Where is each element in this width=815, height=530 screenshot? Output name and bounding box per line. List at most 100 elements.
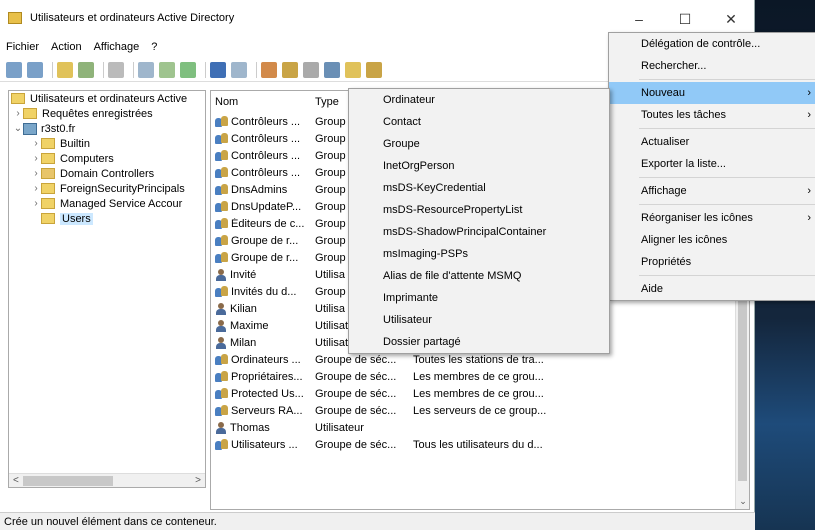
app-folder-icon	[8, 12, 22, 24]
show-tree-icon[interactable]	[78, 61, 94, 78]
refresh-icon[interactable]	[159, 61, 175, 78]
menu-fichier[interactable]: Fichier	[6, 41, 39, 53]
context-menu-item[interactable]: Affichage ›	[609, 180, 815, 202]
cell-type: Groupe de séc...	[315, 387, 397, 400]
new-submenu-item[interactable]: Imprimante	[349, 287, 609, 309]
new-submenu-item[interactable]: msDS-ShadowPrincipalContainer	[349, 221, 609, 243]
context-menu-item[interactable]: Aligner les icônes	[609, 229, 815, 251]
menu-item-label: Exporter la liste...	[641, 158, 726, 170]
new-submenu-item[interactable]: Ordinateur	[349, 89, 609, 111]
menu-item-label: Aide	[641, 283, 664, 295]
menu-item-label: Affichage	[641, 185, 687, 197]
column-header-name[interactable]: Nom	[211, 96, 311, 108]
cell-description: Toutes les stations de tra...	[413, 353, 544, 366]
folder-icon	[41, 213, 55, 224]
chevron-right-icon[interactable]: ›	[31, 153, 41, 164]
chevron-right-icon[interactable]: ›	[31, 198, 41, 209]
properties-icon[interactable]	[138, 61, 154, 78]
new-user-icon[interactable]	[261, 61, 277, 78]
chevron-right-icon[interactable]: ›	[31, 183, 41, 194]
context-menu-item[interactable]: Aide	[609, 278, 815, 300]
context-menu-item[interactable]: Réorganiser les icônes ›	[609, 207, 815, 229]
tree-root[interactable]: Utilisateurs et ordinateurs Active	[9, 91, 205, 106]
tree-horizontal-scrollbar[interactable]: < >	[9, 473, 205, 487]
context-menu-item[interactable]: Actualiser	[609, 131, 815, 153]
menu-action[interactable]: Action	[51, 41, 82, 53]
find-icon[interactable]	[345, 61, 361, 78]
tree-item-computers[interactable]: › Computers	[9, 151, 205, 166]
table-row[interactable]: Utilisateurs ... Groupe de séc... Tous les…	[211, 436, 749, 453]
context-menu-item[interactable]: Délégation de contrôle...	[609, 33, 815, 55]
table-row[interactable]: Protected Us... Groupe de séc... Les membr…	[211, 385, 749, 402]
new-submenu-item[interactable]: Groupe	[349, 133, 609, 155]
cell-name: Éditeurs de c...	[211, 217, 311, 230]
context-menu-item[interactable]: Exporter la liste...	[609, 153, 815, 175]
menu-help[interactable]: ?	[151, 41, 157, 53]
console-icon[interactable]	[231, 61, 247, 78]
back-arrow-icon[interactable]	[6, 61, 22, 78]
table-row[interactable]: Thomas Utilisateur	[211, 419, 749, 436]
group-icon	[215, 387, 229, 400]
tree-item-domain[interactable]: ⌄ r3st0.fr	[9, 121, 205, 136]
new-submenu-item[interactable]: Utilisateur	[349, 309, 609, 331]
group-icon	[215, 217, 229, 230]
scroll-right-icon[interactable]: >	[195, 475, 201, 486]
minimize-button[interactable]: –	[616, 8, 662, 30]
cell-name-text: Serveurs RA...	[231, 404, 303, 417]
scroll-left-icon[interactable]: <	[13, 475, 19, 486]
add-to-group-icon[interactable]	[366, 61, 382, 78]
menu-item-label: Délégation de contrôle...	[641, 38, 761, 50]
tree-item-managed-service[interactable]: › Managed Service Accour	[9, 196, 205, 211]
context-menu-item[interactable]: Toutes les tâches ›	[609, 104, 815, 126]
help-icon[interactable]	[210, 61, 226, 78]
chevron-right-icon[interactable]: ›	[31, 138, 41, 149]
new-submenu-item[interactable]: msImaging-PSPs	[349, 243, 609, 265]
cell-type: Utilisateur	[315, 421, 364, 434]
cell-name: Protected Us...	[211, 387, 311, 400]
menu-affichage[interactable]: Affichage	[94, 41, 140, 53]
menu-separator	[639, 177, 815, 178]
chevron-right-icon[interactable]: ›	[31, 168, 41, 179]
tree-item-users[interactable]: Users	[9, 211, 205, 226]
chevron-down-icon[interactable]: ⌄	[13, 123, 23, 134]
context-menu-item[interactable]: Rechercher...	[609, 55, 815, 77]
cell-name: Milan	[211, 336, 311, 349]
cell-name-text: Thomas	[230, 421, 270, 434]
table-row[interactable]: Serveurs RA... Groupe de séc... Les serveu…	[211, 402, 749, 419]
group-icon	[215, 200, 229, 213]
new-submenu-item[interactable]: InetOrgPerson	[349, 155, 609, 177]
up-folder-icon[interactable]	[57, 61, 73, 78]
chevron-right-icon[interactable]: ›	[13, 108, 23, 119]
new-submenu-item[interactable]: Contact	[349, 111, 609, 133]
scroll-down-icon[interactable]: ⌄	[736, 496, 749, 507]
group-icon	[215, 285, 229, 298]
tree-pane[interactable]: Utilisateurs et ordinateurs Active › Req…	[8, 90, 206, 488]
new-ou-icon[interactable]	[303, 61, 319, 78]
tree-item-saved-queries[interactable]: › Requêtes enregistrées	[9, 106, 205, 121]
maximize-button[interactable]: ☐	[662, 8, 708, 30]
copy-icon[interactable]	[108, 61, 124, 78]
new-submenu-item[interactable]: Dossier partagé	[349, 331, 609, 353]
cell-name: Groupe de r...	[211, 251, 311, 264]
cell-name-text: DnsAdmins	[231, 183, 288, 196]
context-menu-item[interactable]: Nouveau ›	[609, 82, 815, 104]
table-row[interactable]: Propriétaires... Groupe de séc... Les memb…	[211, 368, 749, 385]
tree-item-builtin[interactable]: › Builtin	[9, 136, 205, 151]
cell-name: Contrôleurs ...	[211, 149, 311, 162]
cell-name-text: Invité	[230, 268, 257, 281]
filter-icon[interactable]	[324, 61, 340, 78]
close-button[interactable]: ✕	[708, 8, 754, 30]
status-bar: Crée un nouvel élément dans ce conteneur…	[0, 512, 755, 530]
context-menu: Délégation de contrôle... Rechercher... No…	[608, 32, 815, 301]
scroll-thumb[interactable]	[23, 476, 113, 486]
new-submenu-item[interactable]: msDS-KeyCredential	[349, 177, 609, 199]
cell-name-text: Contrôleurs ...	[231, 149, 301, 162]
forward-arrow-icon[interactable]	[27, 61, 43, 78]
export-icon[interactable]	[180, 61, 196, 78]
new-submenu-item[interactable]: Alias de file d'attente MSMQ	[349, 265, 609, 287]
tree-item-domain-controllers[interactable]: › Domain Controllers	[9, 166, 205, 181]
context-menu-item[interactable]: Propriétés	[609, 251, 815, 273]
tree-item-foreign-security[interactable]: › ForeignSecurityPrincipals	[9, 181, 205, 196]
new-group-icon[interactable]	[282, 61, 298, 78]
new-submenu-item[interactable]: msDS-ResourcePropertyList	[349, 199, 609, 221]
